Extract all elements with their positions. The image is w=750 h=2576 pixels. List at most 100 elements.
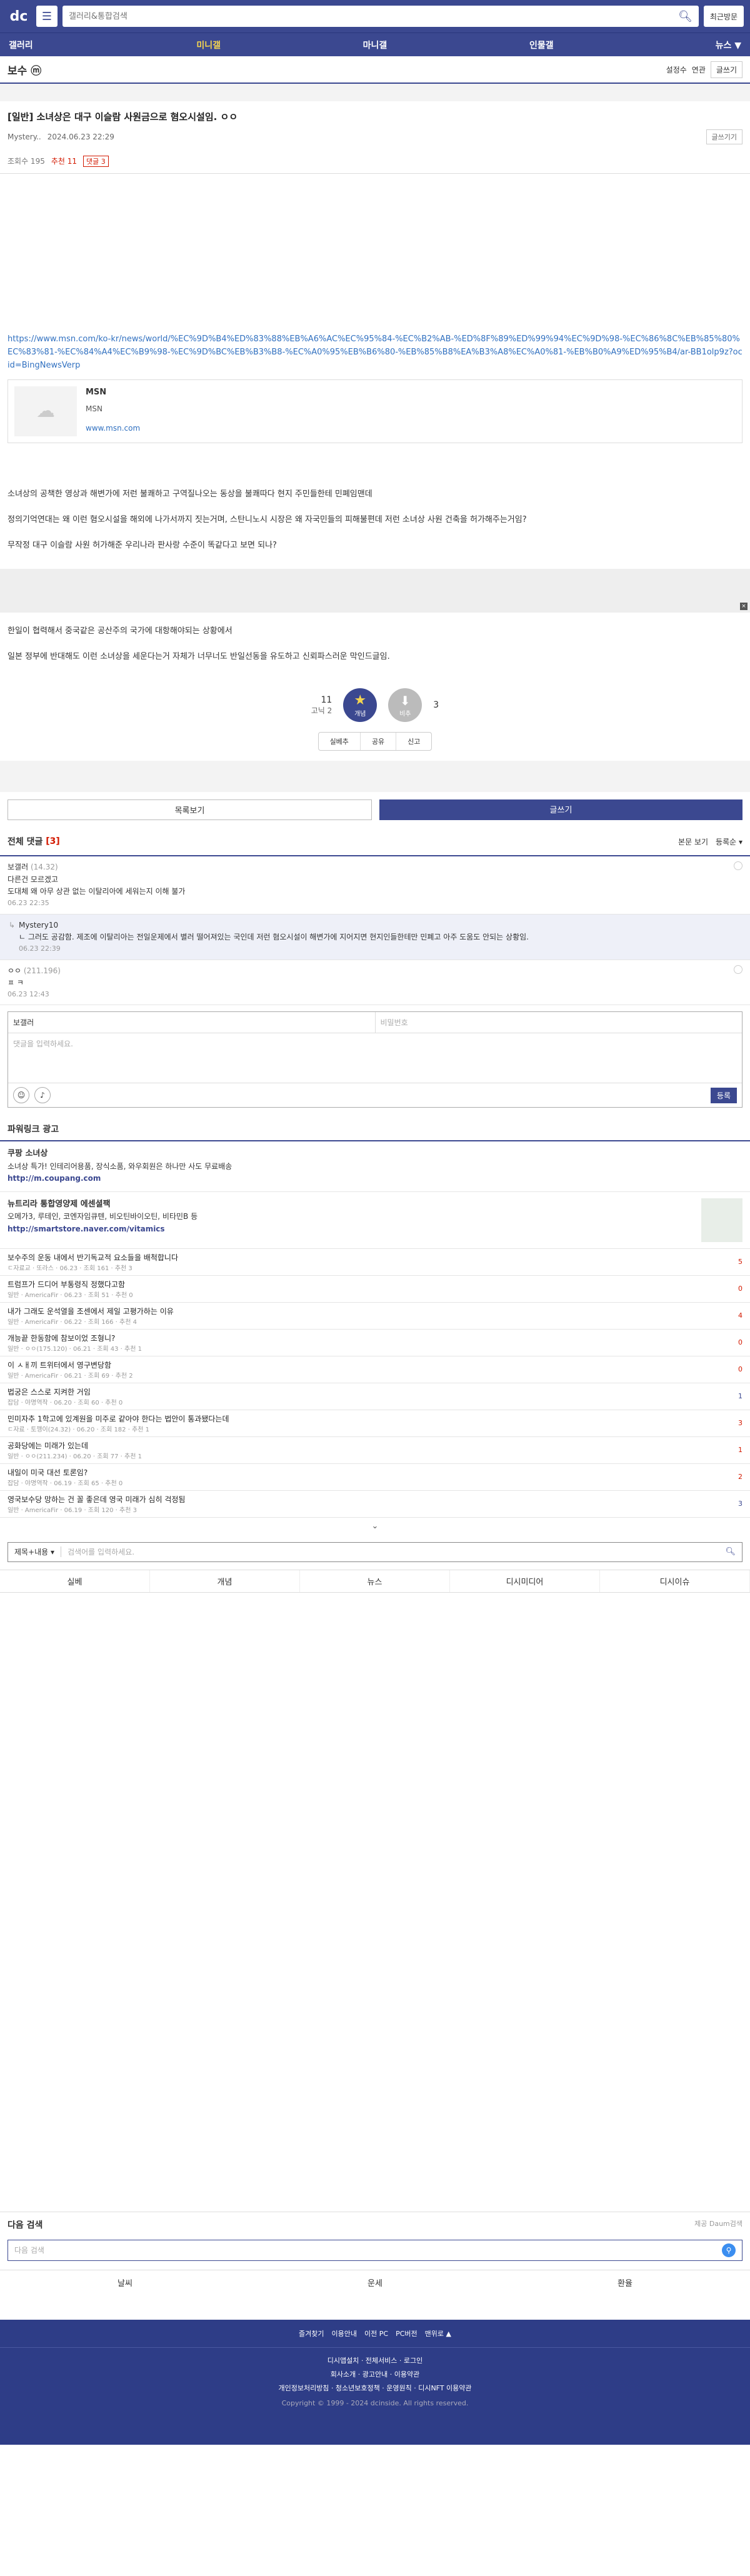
close-icon[interactable]: × xyxy=(740,602,748,610)
footer-guide[interactable]: 이용안내 xyxy=(332,2328,357,2338)
list-title[interactable]: 내일이 미국 대선 토론임? xyxy=(8,1467,738,1478)
nav-news[interactable]: 뉴스 ▼ xyxy=(625,39,741,51)
list-title[interactable]: 공화당에는 미래가 있는데 xyxy=(8,1440,738,1451)
delete-icon[interactable] xyxy=(734,965,742,974)
list-comment-count: 0 xyxy=(738,1285,742,1293)
paragraph: 무작정 대구 이슬람 사원 허가해준 우리나라 판사랑 수준이 똑같다고 보면 … xyxy=(8,540,277,550)
ad-image[interactable] xyxy=(701,1198,742,1242)
comment-nick[interactable]: Mystery10 xyxy=(19,921,58,930)
tab-fortune[interactable]: 운세 xyxy=(250,2270,500,2295)
footer-old-pc[interactable]: 이전 PC xyxy=(364,2328,388,2338)
tab-dcissue[interactable]: 디시이슈 xyxy=(600,1570,750,1592)
best-button[interactable]: 실베추 xyxy=(319,733,361,751)
copyright: Copyright © 1999 - 2024 dcinside. All ri… xyxy=(281,2398,469,2407)
list-item[interactable]: 영국보수당 망하는 건 꼴 좋은데 영국 미래가 심히 걱정됨 일반 · Amer… xyxy=(0,1491,750,1518)
ad-url[interactable]: http://smartstore.naver.com/vitamics xyxy=(8,1223,198,1235)
sort-select[interactable]: 등록순 ▾ xyxy=(716,836,742,847)
site-logo[interactable]: dc xyxy=(6,5,31,28)
password-field[interactable]: 비밀번호 xyxy=(374,1012,742,1033)
blank-area xyxy=(0,1593,750,2212)
list-title[interactable]: 영국보수당 망하는 건 꼴 좋은데 영국 미래가 심히 걱정됨 xyxy=(8,1494,738,1505)
list-comment-count: 0 xyxy=(738,1365,742,1374)
list-item[interactable]: 내가 그래도 운석열을 조센에서 제일 고평가하는 이유 일반 · America… xyxy=(0,1303,750,1330)
search-type-select[interactable]: 제목+내용 ▾ xyxy=(8,1546,62,1558)
nav-minigall[interactable]: 미니갤 xyxy=(125,39,291,51)
search-icon[interactable]: 🔍︎ xyxy=(719,1547,742,1556)
list-item[interactable]: 이 ㅅㅐ끼 트위터에서 영구변당함 일반 · AmericaFir · 06.21… xyxy=(0,1356,750,1383)
tab-best[interactable]: 실베 xyxy=(0,1570,150,1592)
list-item[interactable]: 내일이 미국 대선 토론임? 잡담 · 야명역작 · 06.19 · 조회 65 … xyxy=(0,1464,750,1491)
board-search-input[interactable]: 검색어를 입력하세요. xyxy=(61,1546,719,1557)
list-item[interactable]: 민미자추 1학고에 있계원을 미주로 같아야 한다는 법안이 통과됐다는데 ㄷ자료… xyxy=(0,1410,750,1437)
tab-dcmedia[interactable]: 디시미디어 xyxy=(450,1570,600,1592)
emoji-icon[interactable]: ☺ xyxy=(13,1087,29,1104)
list-title[interactable]: 민미자추 1학고에 있계원을 미주로 같아야 한다는 법안이 통과됐다는데 xyxy=(8,1413,738,1424)
comment-nick[interactable]: ㅇㅇ xyxy=(8,966,21,975)
search-icon[interactable]: 🔍︎ xyxy=(678,10,692,23)
ad-item[interactable]: 뉴트리라 통합영양제 에센셜팩 오메가3, 루테인, 코엔자임큐텐, 비오틴바이… xyxy=(0,1192,750,1249)
footer-bookmark[interactable]: 즐겨찾기 xyxy=(299,2328,324,2338)
share-button[interactable]: 공유 xyxy=(361,733,397,751)
list-title[interactable]: 이 ㅅㅐ끼 트위터에서 영구변당함 xyxy=(8,1360,738,1370)
search-icon[interactable]: ⚲ xyxy=(722,2243,736,2257)
upvote-button[interactable]: ★ 개념 xyxy=(343,688,378,723)
footer-pc-version[interactable]: PC버전 xyxy=(396,2328,418,2338)
author[interactable]: Mystery.. xyxy=(8,133,41,141)
list-title[interactable]: 보수주의 운동 내에서 반기독교적 요소들을 배척합니다 xyxy=(8,1252,738,1263)
daum-search-input[interactable]: 다음 검색 ⚲ xyxy=(8,2239,742,2261)
delete-icon[interactable] xyxy=(734,861,742,871)
list-title[interactable]: 내가 그래도 운석열을 조센에서 제일 고평가하는 이유 xyxy=(8,1306,738,1316)
footer-links-3[interactable]: 개인정보처리방침 · 청소년보호정책 · 운영원칙 · 디시NFT 이용약관 xyxy=(0,2382,750,2395)
nav-person[interactable]: 인물갤 xyxy=(458,39,624,51)
tab-concept[interactable]: 개념 xyxy=(150,1570,300,1592)
report-button[interactable]: 신고 xyxy=(396,733,431,750)
preview-url[interactable]: www.msn.com xyxy=(86,423,140,434)
setting-label[interactable]: 설정수 xyxy=(666,64,687,75)
ad-headline[interactable]: 쿠팡 소녀상 xyxy=(8,1148,232,1161)
list-comment-count: 1 xyxy=(738,1446,742,1455)
comment-ip: (211.196) xyxy=(23,966,61,975)
gallery-title[interactable]: 보수 ⓜ xyxy=(8,62,41,78)
comment-textarea[interactable]: 댓글을 입력하세요. xyxy=(8,1033,742,1084)
list-title[interactable]: 개능끝 한동함에 참보이었 조형니? xyxy=(8,1333,738,1343)
menu-icon[interactable]: ☰ xyxy=(36,6,58,27)
list-title[interactable]: 트럼프가 드디어 부통령직 정했다고함 xyxy=(8,1279,738,1290)
view-body-toggle[interactable]: 본문 보기 xyxy=(678,836,708,847)
voice-icon[interactable]: ♪ xyxy=(34,1087,51,1104)
list-item[interactable]: 트럼프가 드디어 부통령직 정했다고함 일반 · AmericaFir · 06.… xyxy=(0,1276,750,1303)
ad-url[interactable]: http://m.coupang.com xyxy=(8,1173,232,1185)
comment-badge[interactable]: 댓글 3 xyxy=(83,156,109,167)
comment-nick[interactable]: 보갤러 xyxy=(8,863,28,871)
ad-headline[interactable]: 뉴트리라 통합영양제 에센셜팩 xyxy=(8,1198,198,1211)
list-view-button[interactable]: 목록보기 xyxy=(8,799,372,821)
list-item[interactable]: 법궁은 스스로 지켜한 거임 잡담 · 야명역작 · 06.20 · 조회 60 … xyxy=(0,1383,750,1410)
article-link[interactable]: https://www.msn.com/ko-kr/news/world/%EC… xyxy=(8,333,742,372)
write-button[interactable]: 글쓰기 xyxy=(710,61,742,78)
link-preview[interactable]: ☁ MSN MSN www.msn.com xyxy=(8,379,742,444)
list-title[interactable]: 법궁은 스스로 지켜한 거임 xyxy=(8,1386,738,1397)
nav-manigall[interactable]: 마니갤 xyxy=(292,39,458,51)
tab-exchange[interactable]: 환율 xyxy=(500,2270,750,2295)
tab-weather[interactable]: 날씨 xyxy=(0,2270,250,2295)
tab-news[interactable]: 뉴스 xyxy=(300,1570,450,1592)
more-chevron-icon[interactable]: ⌄ xyxy=(0,1518,750,1535)
nick-field[interactable]: 보갤러 xyxy=(8,1012,375,1033)
footer-links-1[interactable]: 디시앱설치 · 전체서비스 · 로그인 xyxy=(0,2354,750,2368)
footer-links-2[interactable]: 회사소개 · 광고안내 · 이용약관 xyxy=(0,2368,750,2382)
list-button[interactable]: 글쓰기기 xyxy=(706,129,742,144)
related-tab[interactable]: 연관 xyxy=(692,64,706,75)
ad-item[interactable]: 쿠팡 소녀상 소녀상 특가! 인테리어용품, 장식소품, 와우회원은 하나만 사… xyxy=(0,1141,750,1192)
paragraph: 한일이 협력해서 중국같은 공산주의 국가에 대항해야되는 상황에서 xyxy=(8,626,232,636)
up-count: 11 xyxy=(321,694,332,705)
downvote-button[interactable]: ⬇ 비추 xyxy=(388,688,422,723)
write-post-button[interactable]: 글쓰기 xyxy=(379,799,742,821)
submit-comment-button[interactable]: 등록 xyxy=(710,1087,737,1103)
footer-top[interactable]: 맨위로 ▲ xyxy=(425,2328,451,2338)
list-item[interactable]: 보수주의 운동 내에서 반기독교적 요소들을 배척합니다 ㄷ자료교 · 또라스 ·… xyxy=(0,1249,750,1276)
nav-gallery[interactable]: 갤러리 xyxy=(9,39,125,51)
recent-button[interactable]: 최근방문 xyxy=(703,6,744,27)
list-item[interactable]: 개능끝 한동함에 참보이었 조형니? 일반 · ㅇㅇ(175.120) · 06.… xyxy=(0,1330,750,1356)
search-input[interactable] xyxy=(69,11,678,21)
list-item[interactable]: 공화당에는 미래가 있는데 일반 · ㅇㅇ(211.234) · 06.20 · … xyxy=(0,1437,750,1464)
search-box[interactable]: 🔍︎ xyxy=(62,6,699,27)
